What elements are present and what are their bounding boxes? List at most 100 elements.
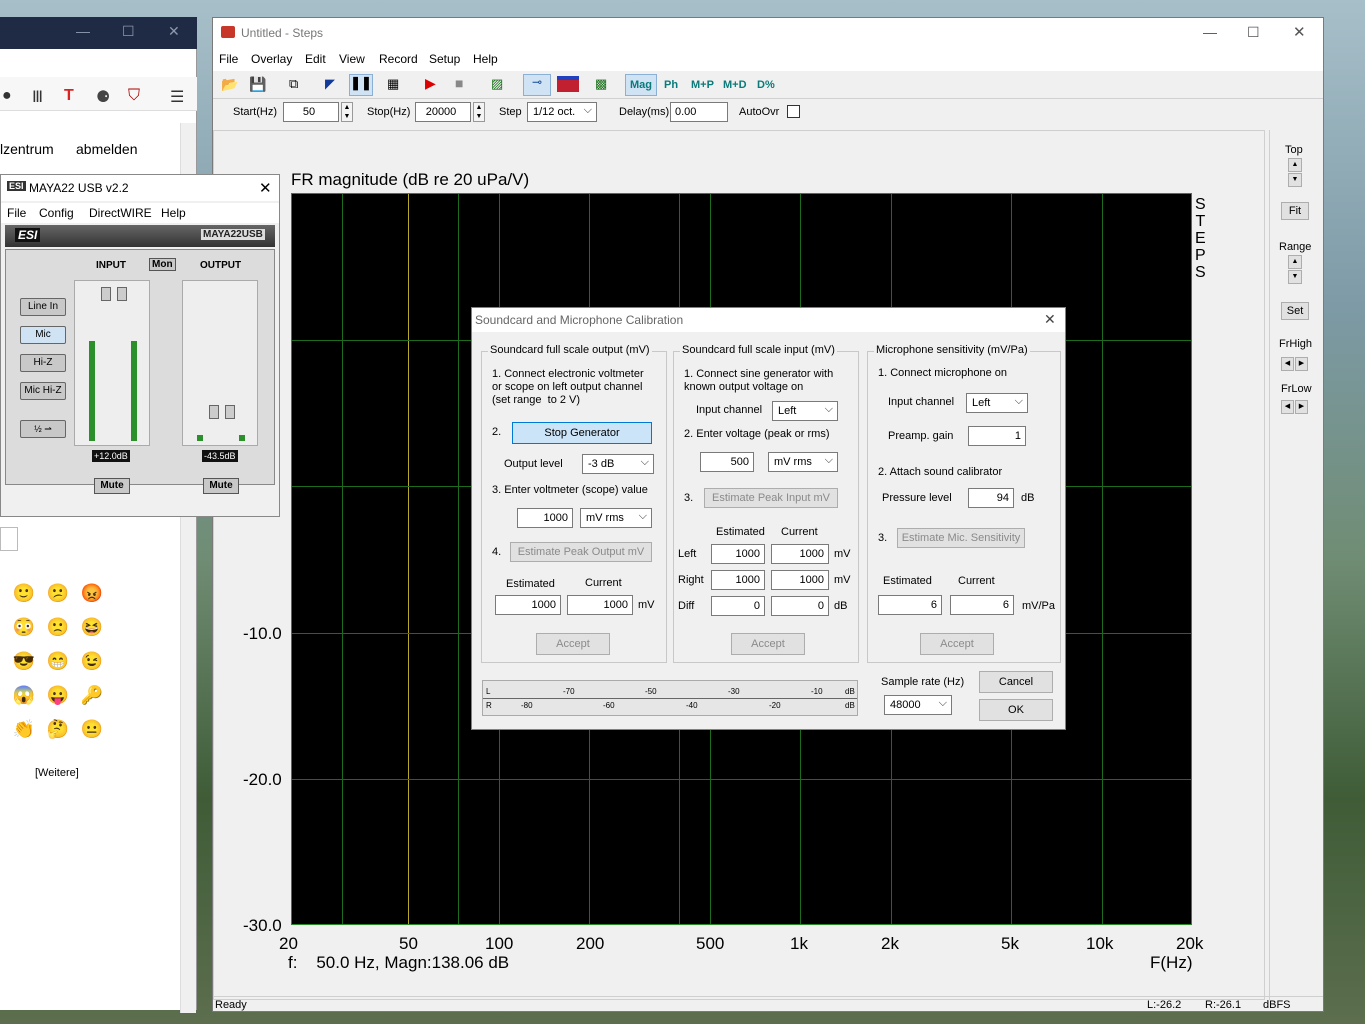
- save-icon[interactable]: 💾: [249, 76, 266, 93]
- nav-link-partial[interactable]: lzentrum: [0, 141, 54, 157]
- pressure-input[interactable]: 94: [968, 488, 1014, 508]
- maya-menu-file[interactable]: File: [7, 206, 26, 220]
- frhigh-left-button[interactable]: ◀: [1281, 357, 1294, 371]
- frlow-left-button[interactable]: ◀: [1281, 400, 1294, 414]
- stop-spinner[interactable]: ▲ ▼: [473, 102, 485, 122]
- ratio-button-icon[interactable]: ½ ⇀: [20, 420, 66, 438]
- pause-icon[interactable]: ❚❚: [349, 74, 373, 96]
- open-folder-icon[interactable]: 📂: [221, 76, 238, 93]
- menu-record[interactable]: Record: [379, 52, 418, 66]
- output-fader-left[interactable]: [209, 405, 219, 419]
- menu-view[interactable]: View: [339, 52, 365, 66]
- mic-hiz-button[interactable]: Mic Hi-Z: [20, 382, 66, 400]
- maya-menu-help[interactable]: Help: [161, 206, 186, 220]
- voltmeter-input[interactable]: 1000: [517, 508, 573, 528]
- stop-input[interactable]: 20000: [415, 102, 471, 122]
- shield-icon[interactable]: ⛉: [128, 87, 140, 105]
- menu-help[interactable]: Help: [473, 52, 498, 66]
- input-fader-right[interactable]: [117, 287, 127, 301]
- output-mute-button[interactable]: Mute: [203, 478, 239, 494]
- scope-icon[interactable]: ▩: [595, 76, 607, 92]
- voltmeter-unit-select[interactable]: mV rms: [580, 507, 652, 528]
- frhigh-right-button[interactable]: ▶: [1295, 357, 1308, 371]
- close-icon[interactable]: ✕: [168, 23, 180, 40]
- menu-icon[interactable]: ☰: [170, 87, 184, 107]
- applause-emoji-icon[interactable]: 👏: [12, 719, 36, 740]
- sad-emoji-icon[interactable]: 🙁: [46, 617, 70, 638]
- smile-emoji-icon[interactable]: 🙂: [12, 583, 36, 604]
- text-icon[interactable]: T: [64, 87, 74, 105]
- input-fader-left[interactable]: [101, 287, 111, 301]
- stop-icon[interactable]: ■: [455, 75, 463, 91]
- input-channel-select[interactable]: Left: [772, 400, 838, 421]
- voltage-input[interactable]: 500: [700, 452, 754, 472]
- mic-accept-button[interactable]: Accept: [920, 633, 994, 655]
- start-input[interactable]: 50: [283, 102, 339, 122]
- output-fader-right[interactable]: [225, 405, 235, 419]
- wink-emoji-icon[interactable]: 😉: [80, 651, 104, 672]
- md-button[interactable]: M+D: [723, 79, 747, 91]
- minimize-icon[interactable]: —: [76, 23, 90, 39]
- menu-setup[interactable]: Setup: [429, 52, 460, 66]
- cancel-button[interactable]: Cancel: [979, 671, 1053, 693]
- range-down-button[interactable]: ▼: [1288, 270, 1302, 284]
- range-up-button[interactable]: ▲: [1288, 255, 1302, 269]
- estimate-mic-sensitivity-button[interactable]: Estimate Mic. Sensitivity: [897, 528, 1025, 548]
- output-accept-button[interactable]: Accept: [536, 633, 610, 655]
- thinking-emoji-icon[interactable]: 🤔: [46, 719, 70, 740]
- line-in-button[interactable]: Line In: [20, 298, 66, 316]
- stop-generator-button[interactable]: Stop Generator: [512, 422, 652, 444]
- angry-emoji-icon[interactable]: 😡: [80, 583, 104, 604]
- restore-icon[interactable]: ☐: [122, 23, 135, 40]
- eyes-emoji-icon[interactable]: 😳: [12, 617, 36, 638]
- mp-button[interactable]: M+P: [691, 79, 714, 91]
- cursor-icon[interactable]: ◤: [325, 76, 335, 92]
- ok-button[interactable]: OK: [979, 699, 1053, 721]
- maximize-icon[interactable]: ☐: [1247, 24, 1260, 41]
- mic-input-channel-select[interactable]: Left: [966, 392, 1028, 413]
- voltage-unit-select[interactable]: mV rms: [768, 451, 838, 472]
- key-emoji-icon[interactable]: 🔑: [80, 685, 104, 706]
- close-icon[interactable]: ✕: [1044, 311, 1056, 328]
- mic-button[interactable]: Mic: [20, 326, 66, 344]
- mag-button[interactable]: Mag: [625, 74, 657, 96]
- sample-rate-select[interactable]: 48000: [884, 694, 952, 715]
- library-icon[interactable]: Ⅲ: [32, 87, 43, 107]
- ph-button[interactable]: Ph: [664, 79, 678, 91]
- close-icon[interactable]: ✕: [259, 179, 272, 197]
- neutral-emoji-icon[interactable]: 😐: [80, 719, 104, 740]
- copy-icon[interactable]: ⧉: [289, 76, 298, 92]
- confused-emoji-icon[interactable]: 😕: [46, 583, 70, 604]
- input-mute-button[interactable]: Mute: [94, 478, 130, 494]
- maya-menu-config[interactable]: Config: [39, 206, 74, 220]
- extension-icon[interactable]: ⚈: [96, 87, 110, 107]
- step-select[interactable]: 1/12 oct.: [527, 101, 597, 122]
- logout-link[interactable]: abmelden: [76, 141, 138, 157]
- grin-emoji-icon[interactable]: 😁: [46, 651, 70, 672]
- level-icon[interactable]: [557, 76, 579, 92]
- more-emojis-link[interactable]: [Weitere]: [35, 767, 79, 779]
- shock-emoji-icon[interactable]: 😱: [12, 685, 36, 706]
- estimate-peak-input-button[interactable]: Estimate Peak Input mV: [704, 488, 838, 508]
- laugh-emoji-icon[interactable]: 😆: [80, 617, 104, 638]
- slider-icon[interactable]: ⊸: [523, 74, 551, 96]
- text-input-partial[interactable]: [0, 527, 18, 551]
- input-accept-button[interactable]: Accept: [731, 633, 805, 655]
- minimize-icon[interactable]: —: [1203, 24, 1217, 40]
- fit-button[interactable]: Fit: [1281, 202, 1309, 220]
- close-icon[interactable]: ✕: [1293, 23, 1306, 41]
- maya-menu-directwire[interactable]: DirectWIRE: [89, 206, 152, 220]
- estimate-peak-output-button[interactable]: Estimate Peak Output mV: [510, 542, 652, 562]
- frlow-right-button[interactable]: ▶: [1295, 400, 1308, 414]
- menu-file[interactable]: File: [219, 52, 238, 66]
- output-level-select[interactable]: -3 dB: [582, 453, 654, 474]
- top-down-button[interactable]: ▼: [1288, 173, 1302, 187]
- autoovr-checkbox[interactable]: [787, 105, 800, 118]
- cool-emoji-icon[interactable]: 😎: [12, 651, 36, 672]
- table-icon[interactable]: ▦: [387, 76, 399, 92]
- start-spinner[interactable]: ▲ ▼: [341, 102, 353, 122]
- account-icon[interactable]: ●: [2, 87, 12, 105]
- tongue-emoji-icon[interactable]: 😛: [46, 685, 70, 706]
- monitor-button[interactable]: Mon: [149, 258, 176, 271]
- graph-icon[interactable]: ▨: [491, 76, 503, 92]
